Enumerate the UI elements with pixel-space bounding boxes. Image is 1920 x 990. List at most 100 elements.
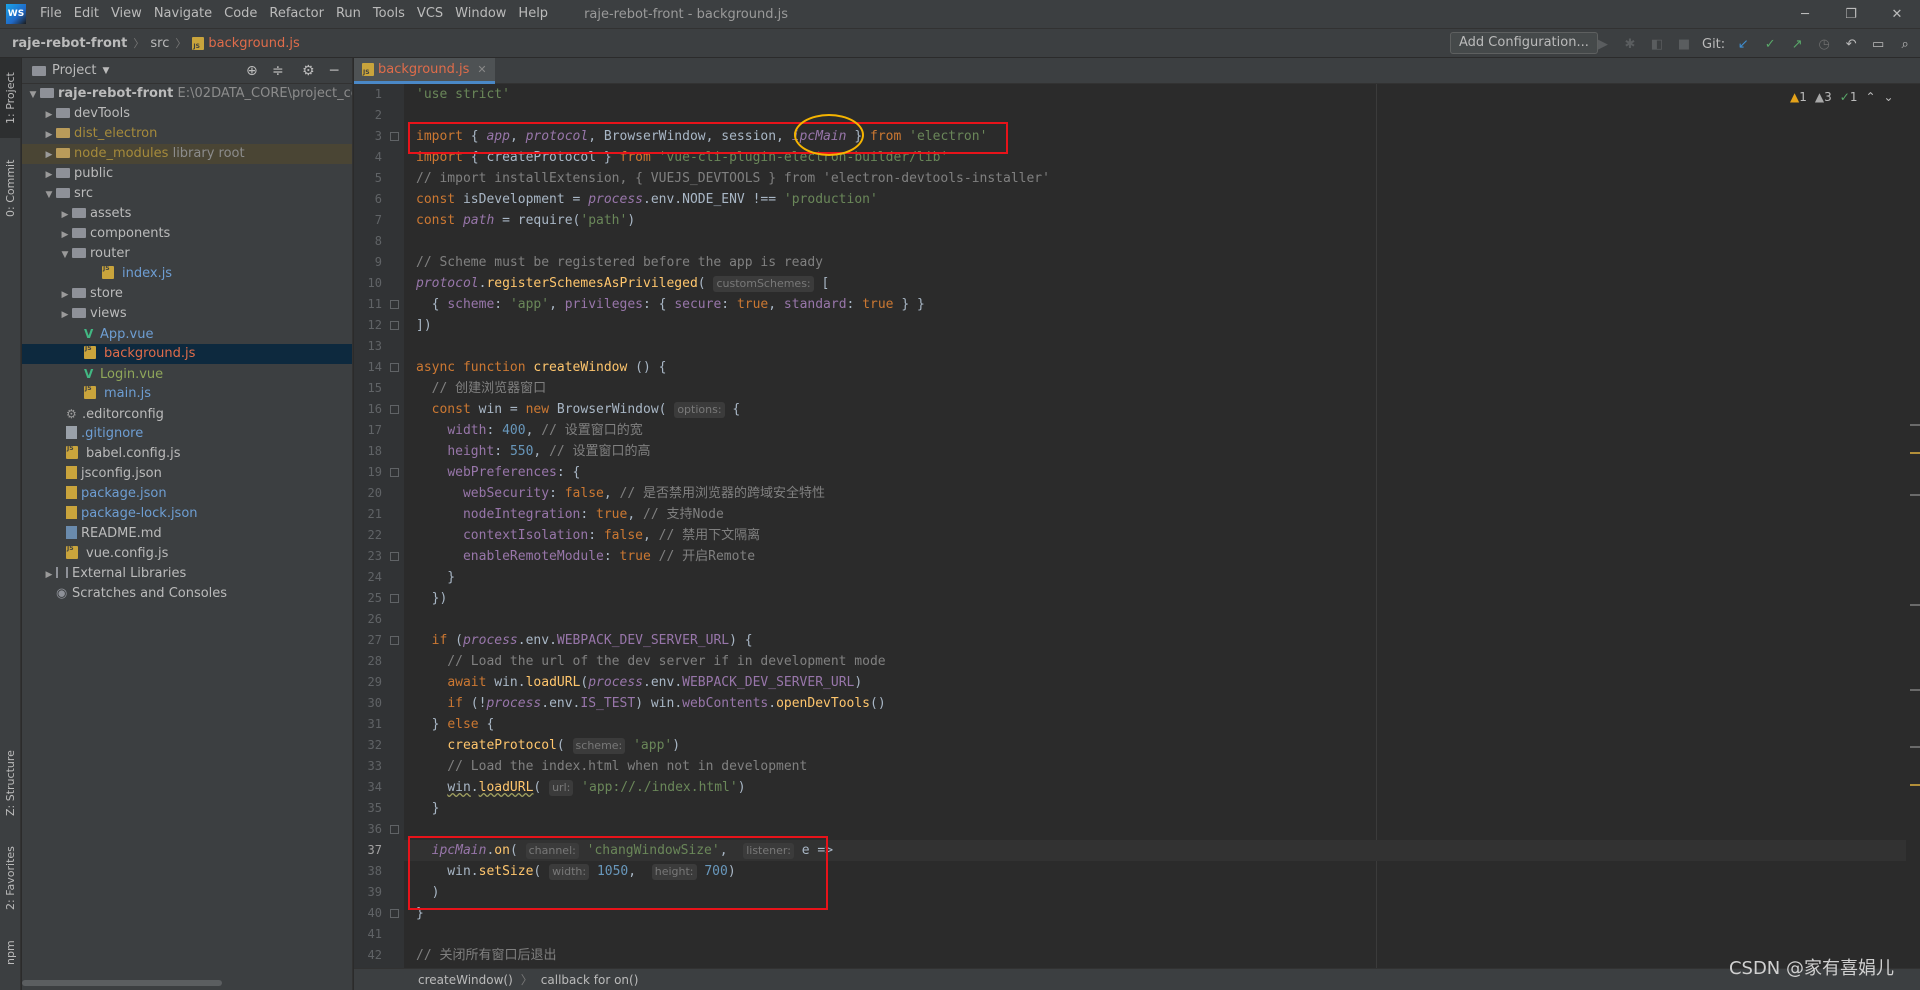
- menu-tools[interactable]: Tools: [367, 0, 411, 28]
- fold-marker-icon[interactable]: [390, 594, 399, 603]
- chevron-right-icon[interactable]: ▶: [58, 225, 72, 245]
- tree-item-node-modules[interactable]: ▶ node_modules library root: [22, 144, 352, 165]
- menu-refactor[interactable]: Refactor: [263, 0, 330, 28]
- tree-item-public[interactable]: ▶ public: [22, 164, 352, 185]
- run-icon[interactable]: ▶: [1594, 37, 1612, 52]
- breadcrumb-project[interactable]: raje-rebot-front: [12, 36, 127, 51]
- collapse-all-icon[interactable]: ≑: [272, 63, 284, 79]
- chevron-down-icon[interactable]: ▼: [42, 185, 56, 205]
- chevron-down-icon[interactable]: ▼: [58, 245, 72, 265]
- weak-warning-indicator[interactable]: ▲3: [1815, 90, 1832, 104]
- stop-icon[interactable]: ■: [1675, 37, 1693, 52]
- gear-icon[interactable]: ⚙: [302, 63, 315, 79]
- editor-vertical-scrollbar[interactable]: [1906, 84, 1920, 974]
- tree-item-src[interactable]: ▼ src: [22, 184, 352, 205]
- git-push-icon[interactable]: ↗: [1788, 37, 1806, 52]
- breadcrumb-function[interactable]: createWindow(): [418, 973, 513, 987]
- breadcrumb-src[interactable]: src: [150, 36, 169, 51]
- breadcrumb-callback[interactable]: callback for on(): [541, 973, 639, 987]
- tree-item-background-js[interactable]: background.js: [22, 339, 352, 364]
- tree-item-package-lock[interactable]: package-lock.json: [22, 504, 352, 524]
- tree-item-package-json[interactable]: package.json: [22, 484, 352, 504]
- chevron-right-icon[interactable]: ▶: [42, 125, 56, 145]
- chevron-right-icon[interactable]: ▶: [58, 305, 72, 325]
- close-window-button[interactable]: ✕: [1874, 0, 1920, 28]
- chevron-down-icon[interactable]: ▼: [102, 66, 109, 76]
- chevron-right-icon[interactable]: ▶: [42, 105, 56, 125]
- tree-item-editorconfig[interactable]: ⚙ .editorconfig: [22, 404, 352, 424]
- tree-item-views[interactable]: ▶ views: [22, 304, 352, 325]
- project-view-title[interactable]: Project: [52, 63, 96, 78]
- tree-item-app-vue[interactable]: V App.vue: [22, 324, 352, 344]
- menu-window[interactable]: Window: [449, 0, 512, 28]
- fold-marker-icon[interactable]: [390, 909, 399, 918]
- menu-help[interactable]: Help: [512, 0, 554, 28]
- chevron-right-icon[interactable]: ▶: [42, 145, 56, 165]
- breadcrumb-file[interactable]: background.js: [208, 36, 299, 51]
- project-horizontal-scrollbar[interactable]: [22, 980, 222, 986]
- menu-file[interactable]: File: [34, 0, 68, 28]
- tree-item-devtools[interactable]: ▶ devTools: [22, 104, 352, 125]
- fold-marker-icon[interactable]: [390, 132, 399, 141]
- search-icon[interactable]: ⌕: [1896, 37, 1914, 52]
- hide-panel-icon[interactable]: ─: [330, 63, 338, 79]
- menu-view[interactable]: View: [105, 0, 148, 28]
- git-history-icon[interactable]: ◷: [1815, 37, 1833, 52]
- npm-tool-tab[interactable]: npm: [0, 928, 21, 978]
- git-commit-icon[interactable]: ✓: [1761, 37, 1779, 52]
- git-update-icon[interactable]: ↙: [1734, 37, 1752, 52]
- close-tab-icon[interactable]: ✕: [477, 63, 486, 76]
- tree-item-index-js[interactable]: index.js: [22, 259, 352, 284]
- fold-marker-icon[interactable]: [390, 825, 399, 834]
- project-tool-tab[interactable]: 1: Project: [0, 58, 21, 138]
- fold-marker-icon[interactable]: [390, 405, 399, 414]
- tree-item-babel-config[interactable]: babel.config.js: [22, 439, 352, 464]
- tree-item-external-libraries[interactable]: ▶ External Libraries: [22, 564, 352, 585]
- chevron-right-icon[interactable]: ▶: [42, 565, 56, 585]
- tree-item-login-vue[interactable]: V Login.vue: [22, 364, 352, 384]
- chevron-right-icon[interactable]: ▶: [58, 205, 72, 225]
- tree-root[interactable]: ▼ raje-rebot-front E:\02DATA_CORE\project…: [22, 84, 352, 105]
- menu-vcs[interactable]: VCS: [411, 0, 449, 28]
- add-configuration-button[interactable]: Add Configuration...: [1450, 32, 1598, 54]
- debug-icon[interactable]: ✱: [1621, 37, 1639, 52]
- minimize-button[interactable]: ─: [1782, 0, 1828, 28]
- chevron-right-icon[interactable]: ▶: [58, 285, 72, 305]
- tree-item-main-js[interactable]: main.js: [22, 379, 352, 404]
- code-editor[interactable]: 'use strict' import { app, protocol, Bro…: [404, 84, 1920, 974]
- chevron-right-icon[interactable]: ▶: [42, 165, 56, 185]
- tree-item-components[interactable]: ▶ components: [22, 224, 352, 245]
- menu-run[interactable]: Run: [330, 0, 367, 28]
- locate-icon[interactable]: ⊕: [246, 63, 258, 79]
- tree-item-router[interactable]: ▼ router: [22, 244, 352, 265]
- fold-marker-icon[interactable]: [390, 321, 399, 330]
- inspection-widget[interactable]: ▲1 ▲3 ✓1 ⌃ ⌄: [1790, 90, 1894, 104]
- tree-item-scratches[interactable]: ◉ Scratches and Consoles: [22, 584, 352, 604]
- menu-navigate[interactable]: Navigate: [148, 0, 218, 28]
- warning-indicator[interactable]: ▲1: [1790, 90, 1807, 104]
- chevron-down-icon[interactable]: ▼: [26, 85, 40, 105]
- structure-tool-tab[interactable]: Z: Structure: [0, 738, 21, 828]
- ok-indicator[interactable]: ✓1: [1840, 90, 1858, 104]
- coverage-icon[interactable]: ◧: [1648, 37, 1666, 52]
- fold-marker-icon[interactable]: [390, 468, 399, 477]
- fold-marker-icon[interactable]: [390, 636, 399, 645]
- tree-item-dist-electron[interactable]: ▶ dist_electron: [22, 124, 352, 145]
- previous-highlight-icon[interactable]: ⌃: [1865, 90, 1875, 104]
- menu-code[interactable]: Code: [218, 0, 263, 28]
- next-highlight-icon[interactable]: ⌄: [1884, 90, 1894, 104]
- fold-marker-icon[interactable]: [390, 552, 399, 561]
- fold-marker-icon[interactable]: [390, 363, 399, 372]
- tree-item-assets[interactable]: ▶ assets: [22, 204, 352, 225]
- tree-item-store[interactable]: ▶ store: [22, 284, 352, 305]
- tree-item-jsconfig[interactable]: jsconfig.json: [22, 464, 352, 484]
- commit-tool-tab[interactable]: 0: Commit: [0, 148, 21, 228]
- favorites-tool-tab[interactable]: 2: Favorites: [0, 833, 21, 923]
- rollback-icon[interactable]: ↶: [1842, 37, 1860, 52]
- restore-button[interactable]: ❐: [1828, 0, 1874, 28]
- editor-tab-background-js[interactable]: background.js ✕: [354, 58, 495, 84]
- project-structure-icon[interactable]: ▭: [1869, 37, 1887, 52]
- fold-marker-icon[interactable]: [390, 300, 399, 309]
- menu-edit[interactable]: Edit: [68, 0, 105, 28]
- tree-item-vue-config[interactable]: vue.config.js: [22, 539, 352, 564]
